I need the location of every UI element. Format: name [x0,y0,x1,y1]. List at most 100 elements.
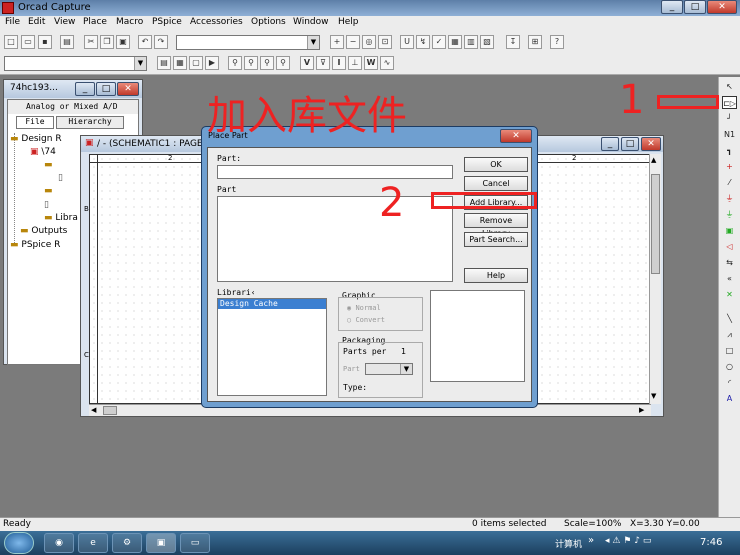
tree-item-folder[interactable]: ▬ [44,186,53,196]
simulate-icon[interactable]: ▶ [205,56,219,70]
convert-radio[interactable]: ○ Convert [347,316,385,324]
scroll-thumb[interactable] [651,174,660,274]
place-hier-block-icon[interactable]: ▣ [722,224,737,237]
paste-icon[interactable]: ▣ [116,35,130,49]
waveform-icon[interactable]: ∿ [380,56,394,70]
snap-icon[interactable]: ⊞ [528,35,542,49]
place-wire-icon[interactable]: ┘ [722,112,737,125]
select-pointer-icon[interactable]: ↖ [722,80,737,93]
new-file-icon[interactable]: □ [4,35,18,49]
menu-macro[interactable]: Macro [116,17,143,27]
place-offpage-icon[interactable]: « [722,272,737,285]
taskbar-app-icon[interactable]: ⚙ [112,533,142,553]
library-item-design-cache[interactable]: Design Cache [218,299,326,309]
print-icon[interactable]: ▤ [60,35,74,49]
place-ground-icon[interactable]: ⏚ [722,208,737,221]
properties-icon[interactable]: ▦ [173,56,187,70]
save-icon[interactable]: ▪ [38,35,52,49]
schematic-minimize-button[interactable]: _ [601,137,619,151]
part-input[interactable] [217,165,453,179]
part-select[interactable]: ▼ [365,363,413,375]
cut-icon[interactable]: ✂ [84,35,98,49]
minimize-button[interactable]: _ [661,0,683,14]
taskbar-orcad-icon[interactable]: ▣ [146,533,176,553]
taskbar-window-icon[interactable]: ▭ [180,533,210,553]
dialog-close-button[interactable]: ✕ [500,129,532,143]
place-junction-icon[interactable]: + [722,160,737,173]
annotate-icon[interactable]: U [400,35,414,49]
tree-item-outputs[interactable]: ▬ Outputs [20,226,67,236]
probe-icon[interactable]: ⚲ [228,56,242,70]
voltage-marker-icon[interactable]: V [300,56,314,70]
zoom-area-icon[interactable]: ◎ [362,35,376,49]
place-pin-icon[interactable]: ⇆ [722,256,737,269]
undo-icon[interactable]: ↶ [138,35,152,49]
place-line-icon[interactable]: ╲ [722,312,737,325]
help-button[interactable]: Help [464,268,528,283]
ok-button[interactable]: OK [464,157,528,172]
normal-radio[interactable]: ◉ Normal [347,304,381,312]
schematic-close-button[interactable]: ✕ [641,137,661,151]
place-text-icon[interactable]: A [722,392,737,405]
tree-item-schematic-folder[interactable]: ▬ [44,160,53,170]
menu-edit[interactable]: Edit [28,17,45,27]
menu-view[interactable]: View [54,17,75,27]
zoom-all-icon[interactable]: ⊡ [378,35,392,49]
tree-item-library[interactable]: ▬ Libra [44,213,78,223]
crossref-icon[interactable]: ▥ [464,35,478,49]
place-no-connect-icon[interactable]: ✕ [722,288,737,301]
tree-item-dsn[interactable]: ▣ \74 [30,147,56,157]
menu-file[interactable]: File [5,17,20,27]
place-power-icon[interactable]: ⏚ [722,192,737,205]
place-part-icon[interactable]: ⊏▷ [722,96,737,109]
instance-combo[interactable]: ▼ [4,56,147,71]
start-button[interactable] [4,532,34,554]
place-ellipse-icon[interactable]: ○ [722,360,737,373]
taskbar-browser-icon[interactable]: e [78,533,108,553]
tray-computer-label[interactable]: 计算机 [555,537,582,550]
menu-window[interactable]: Window [293,17,329,27]
project-close-button[interactable]: ✕ [117,82,139,96]
bias-icon[interactable]: ⊥ [348,56,362,70]
vertical-scrollbar[interactable]: ▲ ▼ [649,154,661,404]
zoom-out-icon[interactable]: − [346,35,360,49]
part-search-button[interactable]: Part Search... [464,232,528,247]
bom-icon[interactable]: ▧ [480,35,494,49]
h-scroll-thumb[interactable] [103,406,117,415]
probe-current-icon[interactable]: ⚲ [260,56,274,70]
zoom-in-icon[interactable]: + [330,35,344,49]
cancel-button[interactable]: Cancel [464,176,528,191]
place-bus-entry-icon[interactable]: ⁄ [722,176,737,189]
project-minimize-button[interactable]: _ [75,82,95,96]
remove-library-button[interactable]: Remove Library [464,213,528,238]
open-folder-icon[interactable]: ▭ [21,35,35,49]
edit-part-icon[interactable]: ▢ [189,56,203,70]
tab-hierarchy[interactable]: Hierarchy [56,116,124,129]
part-list[interactable] [217,196,453,282]
tray-icons[interactable]: ◂ ⚠ ⚑ ♪ ▭ [605,536,651,546]
place-bus-icon[interactable]: ┓ [722,144,737,157]
close-button[interactable]: ✕ [707,0,737,14]
help-icon[interactable]: ? [550,35,564,49]
place-polyline-icon[interactable]: ⩘ [722,328,737,341]
place-net-alias-icon[interactable]: N1 [722,128,737,141]
part-combo[interactable]: ▼ [176,35,320,50]
new-page-icon[interactable]: ▤ [157,56,171,70]
tree-item-page[interactable]: ▯ [58,173,63,183]
drc-icon[interactable]: ↯ [416,35,430,49]
place-rectangle-icon[interactable]: □ [722,344,737,357]
project-maximize-button[interactable]: □ [96,82,116,96]
power-marker-icon[interactable]: W [364,56,378,70]
tree-item-pspice[interactable]: ▬ PSpice R [10,240,60,250]
menu-pspice[interactable]: PSpice [152,17,182,27]
taskbar-media-icon[interactable]: ◉ [44,533,74,553]
tab-file[interactable]: File [16,116,54,129]
menu-accessories[interactable]: Accessories [190,17,243,27]
copy-icon[interactable]: ❐ [100,35,114,49]
place-port-icon[interactable]: ◁ [722,240,737,253]
menu-help[interactable]: Help [338,17,359,27]
maximize-button[interactable]: □ [684,0,706,14]
current-marker-icon[interactable]: I [332,56,346,70]
probe-power-icon[interactable]: ⚲ [276,56,290,70]
menu-place[interactable]: Place [83,17,107,27]
